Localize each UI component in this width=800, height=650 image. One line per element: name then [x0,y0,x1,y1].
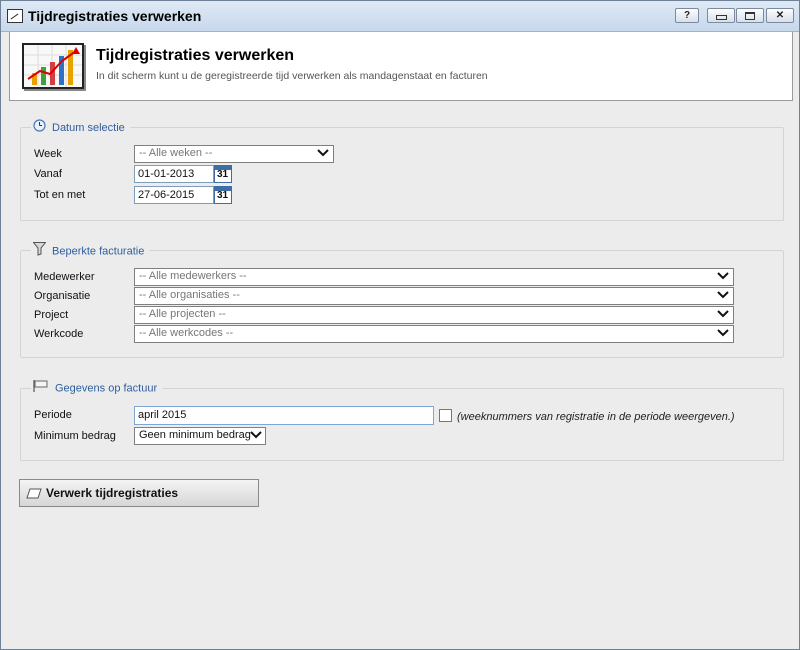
vanaf-date-input[interactable]: 01-01-2013 [134,165,214,183]
page-subtitle: In dit scherm kunt u de geregistreerde t… [96,70,488,82]
werkcode-select[interactable]: -- Alle werkcodes -- [134,325,734,343]
app-window: Tijdregistraties verwerken ? ✕ Tijdregis… [0,0,800,650]
verwerk-tijdregistraties-button[interactable]: Verwerk tijdregistraties [19,479,259,507]
window-title: Tijdregistraties verwerken [28,8,202,24]
periode-value: april 2015 [138,409,187,421]
project-select[interactable]: -- Alle projecten -- [134,306,734,324]
beperkte-facturatie-title: Beperkte facturatie [52,245,145,258]
project-select-value: -- Alle projecten -- [139,308,226,320]
datum-selectie-group: Datum selectie Week -- Alle weken -- Van… [20,119,784,221]
week-select[interactable]: -- Alle weken -- [134,145,334,163]
medewerker-label: Medewerker [34,271,95,283]
verwerk-tijdregistraties-label: Verwerk tijdregistraties [46,486,179,500]
project-label: Project [34,309,69,321]
chevron-down-icon [717,308,729,320]
tot-en-met-date-value: 27-06-2015 [138,189,195,201]
werkcode-label: Werkcode [34,328,84,340]
weeknummers-note: (weeknummers van registratie in de perio… [457,411,735,423]
page-header: Tijdregistraties verwerken In dit scherm… [9,32,793,101]
minimum-bedrag-value: Geen minimum bedrag [139,429,251,441]
week-select-value: -- Alle weken -- [139,147,213,159]
gegevens-op-factuur-group: Gegevens op factuur Periode april 2015 (… [20,380,784,461]
chevron-down-icon [717,270,729,282]
page-title: Tijdregistraties verwerken [96,47,295,64]
close-icon: ✕ [775,10,785,21]
gegevens-op-factuur-legend: Gegevens op factuur [31,380,163,397]
close-button[interactable]: ✕ [766,8,794,23]
calendar-icon: 31 [217,169,229,180]
periode-input[interactable]: april 2015 [134,406,434,425]
werkcode-select-value: -- Alle werkcodes -- [139,327,234,339]
datum-selectie-legend: Datum selectie [31,119,130,135]
beperkte-facturatie-group: Beperkte facturatie Medewerker -- Alle m… [20,242,784,358]
chevron-down-icon [717,327,729,339]
eraser-icon [26,488,42,502]
title-bar: Tijdregistraties verwerken ? ✕ [1,1,799,32]
gegevens-op-factuur-title: Gegevens op factuur [55,382,158,395]
organisatie-label: Organisatie [34,290,91,302]
organisatie-select-value: -- Alle organisaties -- [139,289,240,301]
tot-en-met-date-input[interactable]: 27-06-2015 [134,186,214,204]
minimize-button[interactable] [707,8,735,23]
tot-en-met-calendar-button[interactable]: 31 [214,186,232,204]
organisatie-select[interactable]: -- Alle organisaties -- [134,287,734,305]
vanaf-label: Vanaf [34,168,62,180]
chevron-down-icon [317,147,329,159]
filter-icon [32,242,47,261]
window-icon [7,9,23,23]
calendar-icon: 31 [217,190,229,201]
minimum-bedrag-label: Minimum bedrag [34,430,116,442]
datum-selectie-title: Datum selectie [52,121,125,134]
maximize-button[interactable] [736,8,764,23]
tot-en-met-label: Tot en met [34,189,86,201]
weeknummers-checkbox[interactable] [439,409,452,422]
clock-icon [33,119,46,137]
invoice-flag-icon [33,380,49,397]
medewerker-select[interactable]: -- Alle medewerkers -- [134,268,734,286]
chevron-down-icon [250,429,262,441]
chart-icon [22,43,84,89]
week-label: Week [34,148,62,160]
medewerker-select-value: -- Alle medewerkers -- [139,270,247,282]
chevron-down-icon [717,289,729,301]
periode-label: Periode [34,409,72,421]
minimum-bedrag-select[interactable]: Geen minimum bedrag [134,427,266,445]
vanaf-calendar-button[interactable]: 31 [214,165,232,183]
minimize-icon [715,15,727,20]
help-button[interactable]: ? [675,8,699,23]
maximize-icon [745,12,755,20]
beperkte-facturatie-legend: Beperkte facturatie [31,242,150,261]
vanaf-date-value: 01-01-2013 [138,168,195,180]
